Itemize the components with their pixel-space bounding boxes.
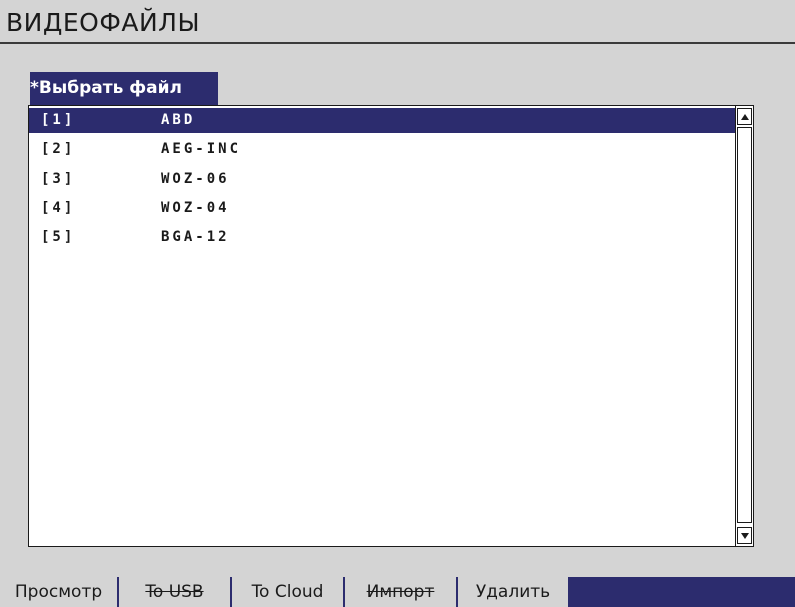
vertical-scrollbar[interactable] xyxy=(735,106,753,546)
file-list[interactable]: [1] ABD [2] AEG-INC [3] WOZ-06 [4] WOZ-0… xyxy=(28,105,754,547)
page-title: ВИДЕОФАЙЛЫ xyxy=(6,8,201,37)
file-index: [4] xyxy=(41,200,76,216)
import-button[interactable]: Импорт xyxy=(345,577,458,607)
to-usb-button[interactable]: To USB xyxy=(119,577,232,607)
scroll-thumb[interactable] xyxy=(737,127,752,523)
tab-label: *Выбрать файл xyxy=(30,78,182,98)
import-button-label: Импорт xyxy=(366,582,435,602)
file-index: [5] xyxy=(41,229,76,245)
file-name: AEG-INC xyxy=(161,141,242,157)
tab-select-file[interactable]: *Выбрать файл xyxy=(30,72,218,105)
file-name: WOZ-04 xyxy=(161,200,230,216)
file-row[interactable]: [3] WOZ-06 xyxy=(29,167,735,192)
file-index: [2] xyxy=(41,141,76,157)
triangle-down-icon xyxy=(741,533,749,539)
file-name: ABD xyxy=(161,112,196,128)
file-index: [1] xyxy=(41,112,76,128)
to-usb-button-label: To USB xyxy=(145,582,204,602)
to-cloud-button[interactable]: To Cloud xyxy=(232,577,345,607)
file-name: BGA-12 xyxy=(161,229,230,245)
delete-button[interactable]: Удалить xyxy=(458,577,570,607)
file-row[interactable]: [4] WOZ-04 xyxy=(29,196,735,221)
to-cloud-button-label: To Cloud xyxy=(251,582,324,602)
delete-button-label: Удалить xyxy=(475,582,551,602)
triangle-up-icon xyxy=(741,114,749,120)
file-row[interactable]: [5] BGA-12 xyxy=(29,225,735,250)
view-button[interactable]: Просмотр xyxy=(0,577,119,607)
file-row[interactable]: [1] ABD xyxy=(29,108,735,133)
file-index: [3] xyxy=(41,171,76,187)
scroll-down-button[interactable] xyxy=(737,527,752,544)
softkey-bar: Просмотр To USB To Cloud Импорт Удалить xyxy=(0,577,795,607)
file-name: WOZ-06 xyxy=(161,171,230,187)
view-button-label: Просмотр xyxy=(14,582,103,602)
scroll-up-button[interactable] xyxy=(737,108,752,125)
title-bar: ВИДЕОФАЙЛЫ xyxy=(0,0,795,44)
file-row[interactable]: [2] AEG-INC xyxy=(29,137,735,162)
